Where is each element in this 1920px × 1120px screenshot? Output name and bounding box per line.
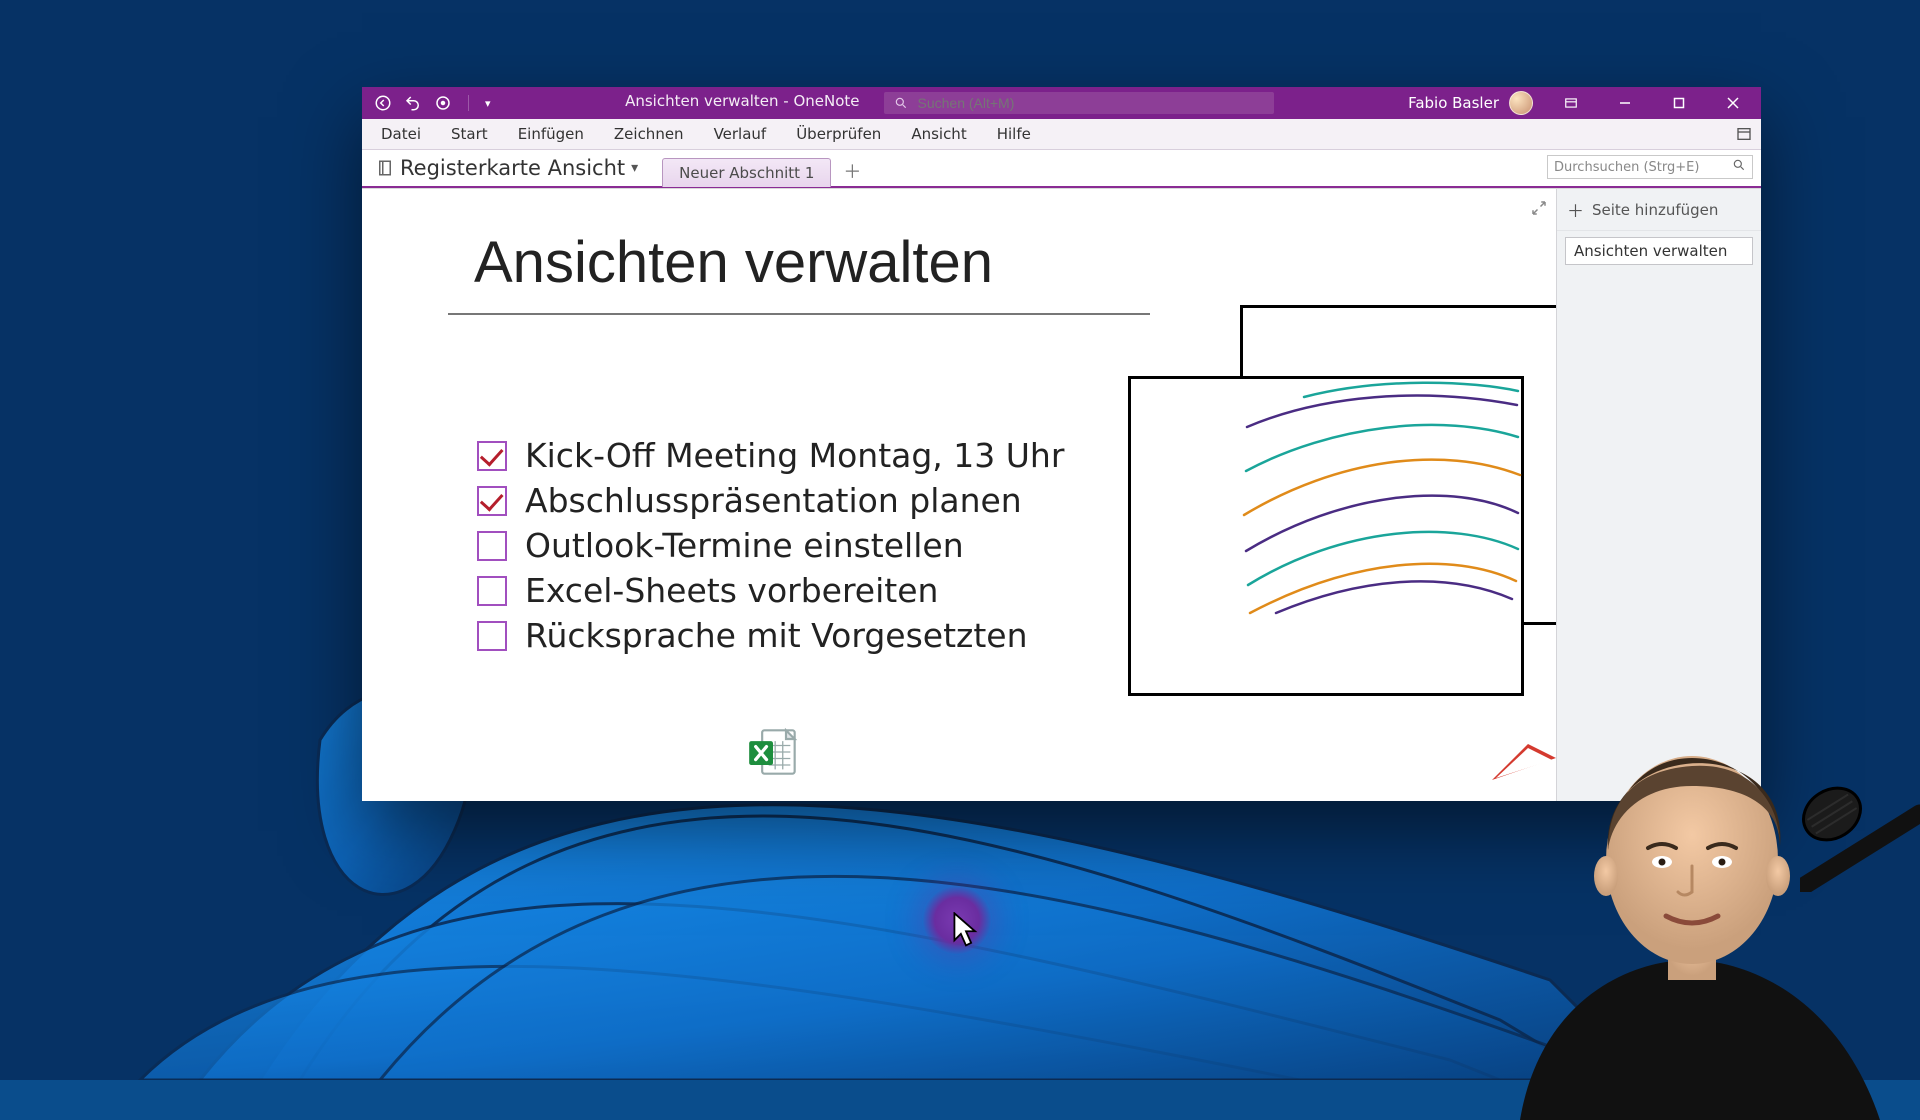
notebook-nav: Registerkarte Ansicht ▾ Neuer Abschnitt … [362, 150, 1761, 188]
titlebar[interactable]: ▾ Ansichten verwalten - OneNote Fabio Ba… [362, 87, 1761, 119]
search-box[interactable] [884, 92, 1274, 114]
back-icon[interactable] [374, 94, 392, 112]
search-icon [894, 96, 908, 110]
checkbox[interactable] [477, 621, 507, 651]
ribbon-mode-icon[interactable] [1549, 87, 1593, 119]
checkbox[interactable] [477, 441, 507, 471]
pages-panel: ＋ Seite hinzufügen Ansichten verwalten [1556, 189, 1761, 801]
arrow-shape[interactable] [1492, 744, 1556, 780]
checkbox[interactable] [477, 486, 507, 516]
checkbox[interactable] [477, 576, 507, 606]
minimize-button[interactable] [1603, 87, 1647, 119]
ribbon-tab-start[interactable]: Start [436, 119, 503, 149]
todo-list[interactable]: Kick-Off Meeting Montag, 13 Uhr Abschlus… [477, 434, 1064, 658]
todo-item: Rücksprache mit Vorgesetzten [477, 614, 1064, 659]
onenote-window: ▾ Ansichten verwalten - OneNote Fabio Ba… [362, 87, 1761, 801]
ribbon-tab-ueberpruefen[interactable]: Überprüfen [781, 119, 896, 149]
ink-scribble[interactable] [1242, 381, 1522, 617]
page-search[interactable]: Durchsuchen (Strg+E) [1547, 155, 1753, 179]
page-search-placeholder: Durchsuchen (Strg+E) [1554, 160, 1699, 175]
plus-icon: ＋ [1567, 197, 1584, 222]
excel-file-icon[interactable] [747, 726, 799, 778]
checkbox[interactable] [477, 531, 507, 561]
todo-item: Excel-Sheets vorbereiten [477, 569, 1064, 614]
todo-text[interactable]: Rücksprache mit Vorgesetzten [525, 614, 1028, 659]
search-icon [1732, 158, 1746, 176]
todo-text[interactable]: Kick-Off Meeting Montag, 13 Uhr [525, 434, 1064, 479]
add-page-button[interactable]: ＋ Seite hinzufügen [1557, 189, 1761, 231]
chevron-down-icon: ▾ [631, 160, 638, 176]
page-title-rule [448, 313, 1150, 315]
todo-item: Kick-Off Meeting Montag, 13 Uhr [477, 434, 1064, 479]
qat-separator [468, 95, 469, 111]
ribbon-tabs: Datei Start Einfügen Zeichnen Verlauf Üb… [362, 119, 1761, 150]
section-tab[interactable]: Neuer Abschnitt 1 [662, 158, 831, 187]
todo-text[interactable]: Excel-Sheets vorbereiten [525, 569, 938, 614]
todo-item: Abschlusspräsentation planen [477, 479, 1064, 524]
notebook-name: Registerkarte Ansicht [400, 156, 625, 180]
undo-icon[interactable] [404, 94, 422, 112]
maximize-button[interactable] [1657, 87, 1701, 119]
cursor-icon [952, 912, 980, 948]
avatar[interactable] [1509, 91, 1533, 115]
ribbon-tab-einfuegen[interactable]: Einfügen [503, 119, 599, 149]
ribbon-tab-hilfe[interactable]: Hilfe [982, 119, 1046, 149]
ribbon-tab-datei[interactable]: Datei [366, 119, 436, 149]
expand-page-icon[interactable] [1530, 199, 1548, 217]
add-section-button[interactable]: ＋ [839, 160, 865, 182]
section-tab-label: Neuer Abschnitt 1 [679, 164, 814, 182]
microphone [1800, 772, 1920, 892]
ribbon-tab-zeichnen[interactable]: Zeichnen [599, 119, 699, 149]
ribbon-collapse-icon[interactable] [1733, 123, 1755, 145]
page-entry-label: Ansichten verwalten [1574, 242, 1727, 260]
app-body: Ansichten verwalten Kick-Off Meeting Mon… [362, 188, 1761, 801]
todo-text[interactable]: Abschlusspräsentation planen [525, 479, 1022, 524]
ribbon-tab-verlauf[interactable]: Verlauf [699, 119, 782, 149]
page-entry[interactable]: Ansichten verwalten [1565, 237, 1753, 265]
ribbon-tab-ansicht[interactable]: Ansicht [896, 119, 981, 149]
touch-mode-icon[interactable] [434, 94, 452, 112]
window-title: Ansichten verwalten - OneNote [625, 92, 859, 114]
user-name[interactable]: Fabio Basler [1408, 94, 1499, 112]
note-canvas[interactable]: Ansichten verwalten Kick-Off Meeting Mon… [362, 189, 1556, 801]
page-title[interactable]: Ansichten verwalten [474, 229, 993, 296]
notebook-icon [376, 158, 394, 178]
todo-item: Outlook-Termine einstellen [477, 524, 1064, 569]
qat-customize-icon[interactable]: ▾ [485, 97, 491, 110]
search-input[interactable] [916, 94, 1264, 112]
todo-text[interactable]: Outlook-Termine einstellen [525, 524, 964, 569]
notebook-dropdown[interactable]: Registerkarte Ansicht ▾ [370, 152, 648, 186]
add-page-label: Seite hinzufügen [1592, 201, 1718, 219]
close-button[interactable] [1711, 87, 1755, 119]
